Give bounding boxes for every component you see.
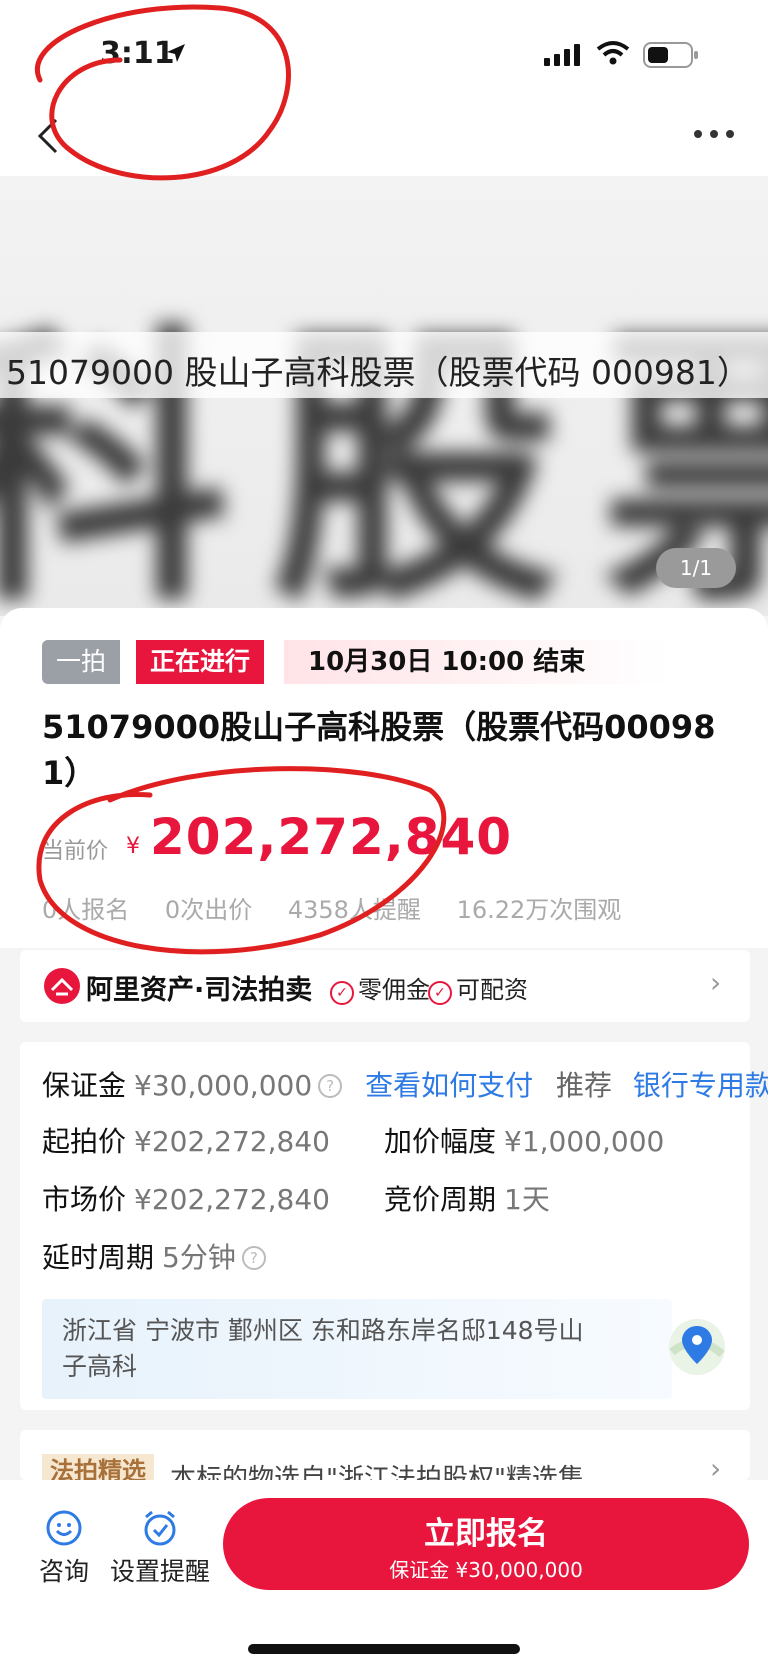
bank-account-link[interactable]: 银行专用款 <box>633 1069 768 1102</box>
customer-service-icon <box>46 1510 82 1546</box>
bottom-action-bar: 咨询 设置提醒 立即报名 保证金 ¥30,000,000 <box>0 1480 768 1669</box>
set-reminder-button[interactable]: 设置提醒 <box>108 1508 212 1588</box>
address-text: 浙江省 宁波市 鄞州区 东和路东岸名邸148号山子高科 <box>62 1316 584 1381</box>
market-price-value: ¥202,272,840 <box>134 1183 330 1216</box>
bid-period-value: 1天 <box>504 1183 550 1216</box>
featured-text: 本标的物选自"浙江法拍股权"精选集 <box>170 1464 584 1480</box>
map-location-icon[interactable] <box>662 1312 732 1382</box>
feature-zero-commission: ✓ 零佣金 <box>330 970 430 1005</box>
auction-status-tag: 正在进行 <box>136 640 265 684</box>
market-price-label: 市场价 <box>42 1183 127 1216</box>
current-price-label: 当前价 <box>42 839 109 864</box>
auction-title: 51079000股山子高科股票（股票代码000981） <box>42 708 716 792</box>
check-circle-icon: ✓ <box>330 981 354 1005</box>
battery-icon <box>643 42 698 68</box>
auction-detail-card: 保证金 ¥30,000,000? 查看如何支付 推荐 银行专用款 起拍价 ¥202,… <box>20 1042 768 1410</box>
increment-row: 加价幅度 ¥1,000,000 <box>384 1120 664 1160</box>
feature-label: 可配资 <box>456 976 528 1004</box>
feature-financing: ✓ 可配资 <box>428 970 528 1005</box>
item-image-banner[interactable]: 科股票 51079000 股山子高科股票（股票代码 000981） 1/1 <box>0 176 768 616</box>
recommend-label: 推荐 <box>555 1069 612 1102</box>
deposit-value: ¥30,000,000 <box>134 1069 313 1102</box>
start-price-label: 起拍价 <box>42 1125 127 1158</box>
alarm-clock-icon <box>144 1510 176 1546</box>
location-arrow-icon <box>167 44 185 62</box>
wifi-icon <box>596 41 630 65</box>
help-icon[interactable]: ? <box>241 1246 266 1270</box>
auction-end-time: 10月30日 10:00 结束 <box>284 640 668 684</box>
delay-period-row: 延时周期 5分钟? <box>42 1236 266 1276</box>
brand-row[interactable]: 阿里资产·司法拍卖 ✓ 零佣金 ✓ 可配资 › <box>20 950 750 1022</box>
delay-period-label: 延时周期 <box>42 1241 155 1274</box>
navigation-bar <box>0 100 768 176</box>
sign-up-label: 立即报名 <box>424 1516 548 1552</box>
deposit-label: 保证金 <box>42 1069 127 1102</box>
start-price-row: 起拍价 ¥202,272,840 <box>42 1120 330 1160</box>
status-time: 3:11 <box>100 36 175 71</box>
sign-up-deposit-note: 保证金 ¥30,000,000 <box>389 1558 583 1582</box>
feature-label: 零佣金 <box>358 976 430 1004</box>
increment-value: ¥1,000,000 <box>504 1125 665 1158</box>
view-count: 16.22万次围观 <box>456 896 622 924</box>
brand-name: 阿里资产·司法拍卖 <box>86 975 313 1006</box>
how-to-pay-link[interactable]: 查看如何支付 <box>365 1069 533 1102</box>
more-options-icon[interactable] <box>690 122 738 146</box>
set-reminder-label: 设置提醒 <box>109 1557 210 1586</box>
chevron-right-icon: › <box>710 1452 722 1480</box>
home-indicator <box>248 1644 520 1654</box>
status-bar: 3:11 <box>0 0 768 100</box>
deposit-row: 保证金 ¥30,000,000? 查看如何支付 推荐 银行专用款 <box>42 1064 768 1104</box>
consult-label: 咨询 <box>38 1557 89 1586</box>
increment-label: 加价幅度 <box>384 1125 497 1158</box>
market-price-row: 市场价 ¥202,272,840 <box>42 1178 330 1218</box>
current-price-value: 202,272,840 <box>150 808 513 866</box>
delay-period-value: 5分钟 <box>162 1241 236 1274</box>
featured-tag: 法拍精选 <box>42 1454 154 1480</box>
address-box[interactable]: 浙江省 宁波市 鄞州区 东和路东岸名邸148号山子高科 <box>42 1299 672 1399</box>
consult-button[interactable]: 咨询 <box>36 1508 92 1588</box>
cellular-signal-icon <box>544 44 580 66</box>
current-price-currency: ¥ <box>126 834 140 859</box>
check-circle-icon: ✓ <box>428 981 452 1005</box>
bid-count: 0次出价 <box>164 896 253 924</box>
help-icon[interactable]: ? <box>318 1074 343 1098</box>
reminder-count: 4358人提醒 <box>287 896 421 924</box>
signup-count: 0人报名 <box>42 896 130 924</box>
auction-stats: 0人报名 0次出价 4358人提醒 16.22万次围观 <box>42 890 649 925</box>
auction-round-tag: 一拍 <box>42 640 121 684</box>
banner-caption: 51079000 股山子高科股票（股票代码 000981） <box>6 353 750 392</box>
image-page-counter: 1/1 <box>656 548 736 588</box>
back-chevron-icon[interactable] <box>30 116 70 156</box>
bid-period-row: 竞价周期 1天 <box>384 1178 550 1218</box>
bid-period-label: 竞价周期 <box>384 1183 497 1216</box>
alibaba-auction-logo-icon <box>44 968 80 1004</box>
start-price-value: ¥202,272,840 <box>134 1125 330 1158</box>
chevron-right-icon: › <box>710 966 722 999</box>
banner-blurred-text: 科股票 <box>0 304 768 616</box>
sign-up-now-button[interactable]: 立即报名 保证金 ¥30,000,000 <box>223 1498 749 1590</box>
featured-collection-row[interactable]: 法拍精选 本标的物选自"浙江法拍股权"精选集 › <box>20 1430 750 1480</box>
